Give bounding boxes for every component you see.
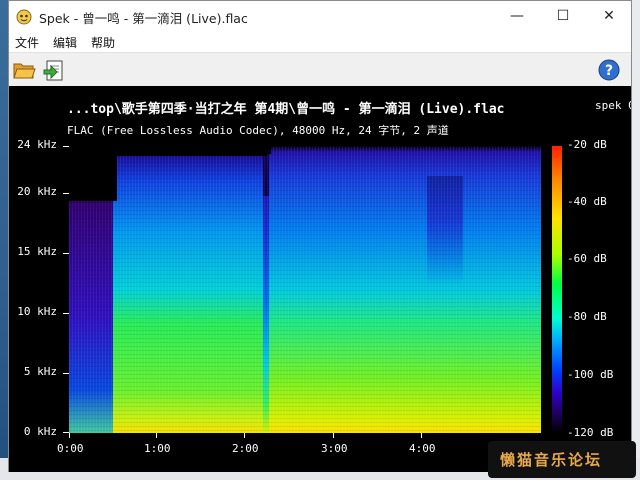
db-tick-60: -60 dB xyxy=(567,252,607,265)
toolbar: ? xyxy=(9,52,631,87)
db-color-scale xyxy=(552,146,562,433)
spectrogram-view[interactable]: ...top\歌手第四季·当打之年 第4期\曾一鸣 - 第一滴泪 (Live).… xyxy=(9,86,631,472)
db-tick-80: -80 dB xyxy=(567,310,607,323)
x-tick-0-00: 0:00 xyxy=(57,442,84,455)
x-tick-mark xyxy=(244,433,245,438)
y-tick-10khz: 10 kHz xyxy=(17,305,57,318)
save-export-icon[interactable] xyxy=(42,58,66,82)
help-icon[interactable]: ? xyxy=(597,58,621,82)
menu-bar: 文件 编辑 帮助 xyxy=(9,32,631,52)
menu-edit[interactable]: 编辑 xyxy=(53,34,77,51)
db-tick-120: -120 dB xyxy=(567,426,614,439)
y-tick-24khz: 24 kHz xyxy=(17,138,57,151)
menu-help[interactable]: 帮助 xyxy=(91,34,115,51)
spek-app-icon xyxy=(16,9,32,25)
x-tick-2-00: 2:00 xyxy=(232,442,259,455)
minimize-button[interactable]: — xyxy=(494,1,540,32)
x-tick-3-00: 3:00 xyxy=(321,442,348,455)
menu-file[interactable]: 文件 xyxy=(15,34,39,51)
maximize-button[interactable]: ☐ xyxy=(540,1,586,32)
x-tick-4-00: 4:00 xyxy=(409,442,436,455)
y-tick-mark xyxy=(63,313,69,314)
x-tick-mark xyxy=(69,433,70,438)
watermark-text: 懒猫音乐论坛 xyxy=(500,451,603,469)
db-tick-40: -40 dB xyxy=(567,195,607,208)
app-version: spek 0.8.2 xyxy=(595,99,631,112)
x-tick-mark xyxy=(421,433,422,438)
window-title: Spek - 曾一鸣 - 第一滴泪 (Live).flac xyxy=(39,11,248,26)
open-folder-icon[interactable] xyxy=(12,58,36,82)
x-tick-mark xyxy=(333,433,334,438)
y-tick-20khz: 20 kHz xyxy=(17,185,57,198)
spek-window: Spek - 曾一鸣 - 第一滴泪 (Live).flac — ☐ ✕ 文件 编… xyxy=(8,0,632,472)
desktop-background-left xyxy=(0,0,8,480)
y-tick-mark xyxy=(63,373,69,374)
x-tick-mark xyxy=(156,433,157,438)
y-tick-mark xyxy=(63,146,69,147)
db-tick-20: -20 dB xyxy=(567,138,607,151)
y-tick-15khz: 15 kHz xyxy=(17,245,57,258)
spectrogram-plot xyxy=(69,146,541,433)
forum-watermark: 懒猫音乐论坛 xyxy=(488,441,636,478)
y-tick-0khz: 0 kHz xyxy=(23,425,57,438)
file-path-title: ...top\歌手第四季·当打之年 第4期\曾一鸣 - 第一滴泪 (Live).… xyxy=(67,102,505,117)
svg-text:?: ? xyxy=(605,63,613,79)
close-button[interactable]: ✕ xyxy=(586,1,632,32)
y-tick-5khz: 5 kHz xyxy=(23,365,57,378)
title-bar[interactable]: Spek - 曾一鸣 - 第一滴泪 (Live).flac — ☐ ✕ xyxy=(9,1,631,32)
db-tick-100: -100 dB xyxy=(567,368,614,381)
x-tick-1-00: 1:00 xyxy=(144,442,171,455)
y-tick-mark xyxy=(63,253,69,254)
audio-format-info: FLAC (Free Lossless Audio Codec), 48000 … xyxy=(67,124,449,137)
y-tick-mark xyxy=(63,193,69,194)
